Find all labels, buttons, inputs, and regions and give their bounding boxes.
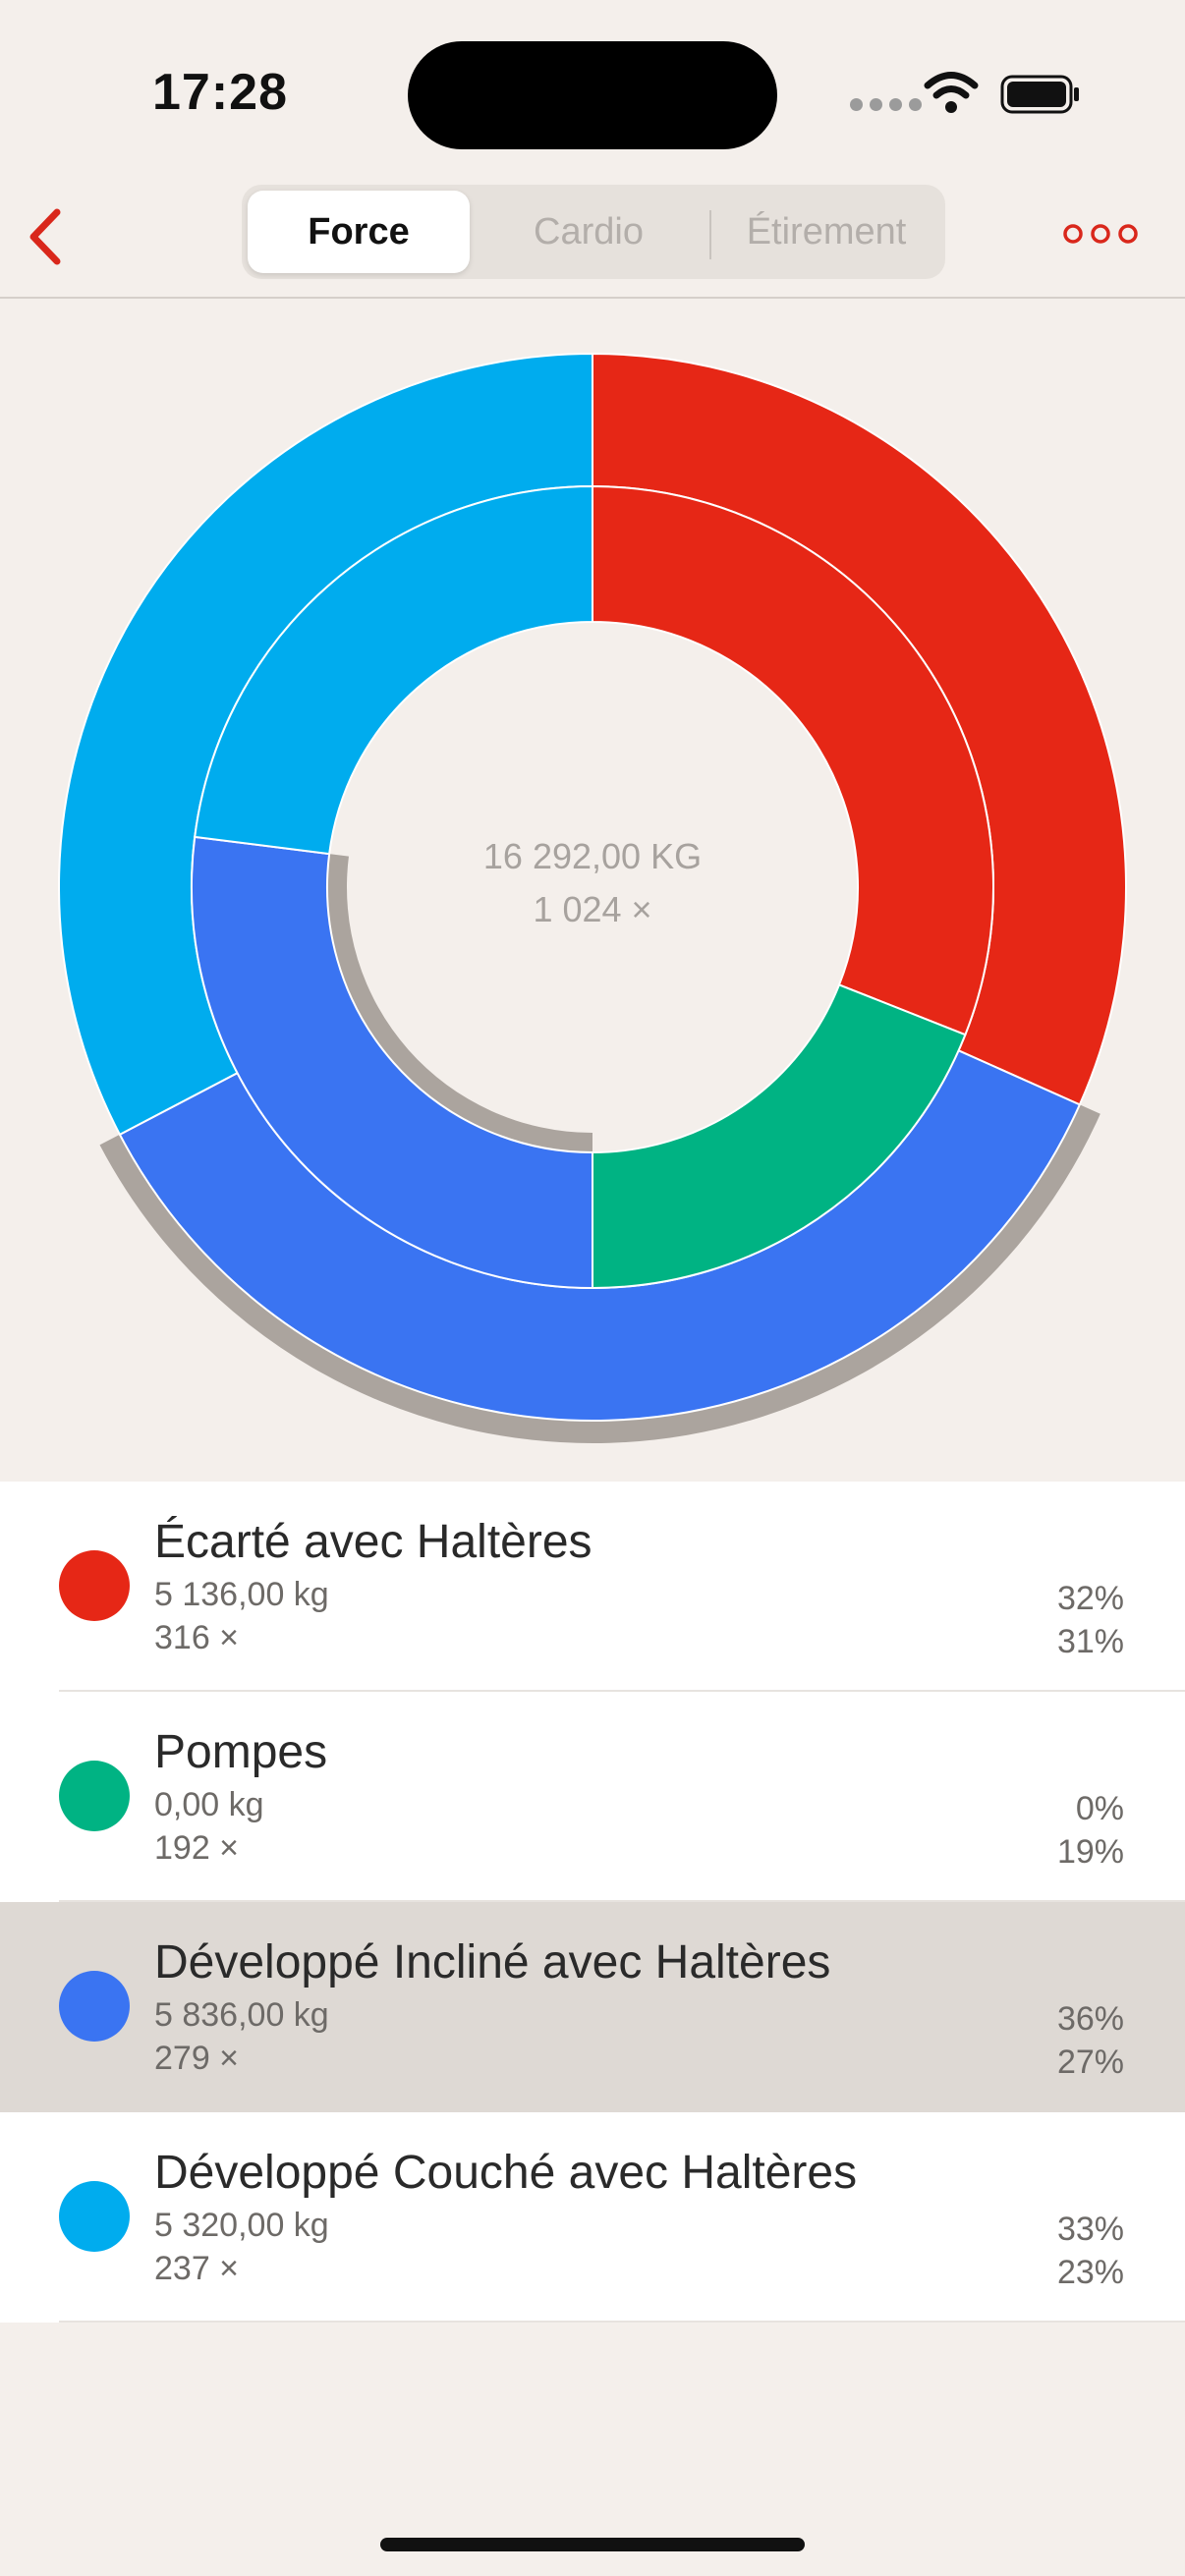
weight-percent: 33% <box>1056 2211 1124 2248</box>
color-dot <box>59 2181 130 2252</box>
weight-percent: 36% <box>1056 2000 1124 2038</box>
color-dot <box>59 1761 130 1831</box>
row-separator <box>59 2321 1185 2323</box>
exercise-reps: 237 × <box>154 2250 240 2287</box>
chart-center-label: 16 292,00 KG 1 024 × <box>396 830 789 936</box>
reps-percent: 23% <box>1056 2254 1124 2291</box>
home-indicator <box>380 2538 805 2551</box>
segment-force[interactable]: Force <box>248 191 470 273</box>
weight-percent: 0% <box>1075 1790 1124 1827</box>
dynamic-island <box>408 41 777 149</box>
reps-percent: 19% <box>1056 1833 1124 1871</box>
chart-total-reps: 1 024 × <box>533 889 652 929</box>
exercise-reps: 192 × <box>154 1829 240 1867</box>
exercise-row-developpe-couche[interactable]: Développé Couché avec Haltères 5 320,00 … <box>0 2112 1185 2323</box>
chart-total-weight: 16 292,00 KG <box>482 836 703 876</box>
weight-percent: 32% <box>1056 1580 1124 1617</box>
exercise-list: Écarté avec Haltères 5 136,00 kg 316 × 3… <box>0 1482 1185 2323</box>
exercise-weight: 0,00 kg <box>154 1786 264 1823</box>
back-button[interactable] <box>22 206 71 267</box>
segment-cardio[interactable]: Cardio <box>474 191 704 273</box>
exercise-reps: 316 × <box>154 1619 240 1656</box>
exercise-weight: 5 320,00 kg <box>154 2207 329 2244</box>
segment-etirement[interactable]: Étirement <box>713 191 939 273</box>
exercise-name: Développé Incliné avec Haltères <box>154 1936 831 1988</box>
exercise-row-developpe-incline[interactable]: Développé Incliné avec Haltères 5 836,00… <box>0 1902 1185 2112</box>
reps-percent: 27% <box>1056 2044 1124 2081</box>
exercise-name: Développé Couché avec Haltères <box>154 2147 858 2199</box>
exercise-row-pompes[interactable]: Pompes 0,00 kg 192 × 0% 19% <box>0 1692 1185 1902</box>
exercise-weight: 5 136,00 kg <box>154 1576 329 1613</box>
wifi-icon <box>924 72 979 113</box>
donut-chart[interactable]: 16 292,00 KG 1 024 × <box>0 295 1185 1480</box>
cellular-signal-icon <box>850 98 922 111</box>
color-dot <box>59 1550 130 1621</box>
exercise-name: Écarté avec Haltères <box>154 1516 592 1568</box>
exercise-name: Pompes <box>154 1726 328 1778</box>
segment-divider <box>709 210 711 259</box>
navigation-bar: Force Cardio Étirement <box>0 177 1185 299</box>
exercise-reps: 279 × <box>154 2040 240 2077</box>
exercise-weight: 5 836,00 kg <box>154 1996 329 2034</box>
more-options-button[interactable] <box>1061 214 1140 253</box>
status-bar: 17:28 <box>0 0 1185 177</box>
exercise-row-ecarte[interactable]: Écarté avec Haltères 5 136,00 kg 316 × 3… <box>0 1482 1185 1692</box>
reps-percent: 31% <box>1056 1623 1124 1660</box>
battery-icon <box>1000 75 1079 114</box>
color-dot <box>59 1971 130 2042</box>
status-time: 17:28 <box>152 64 288 121</box>
segmented-control: Force Cardio Étirement <box>242 185 945 279</box>
